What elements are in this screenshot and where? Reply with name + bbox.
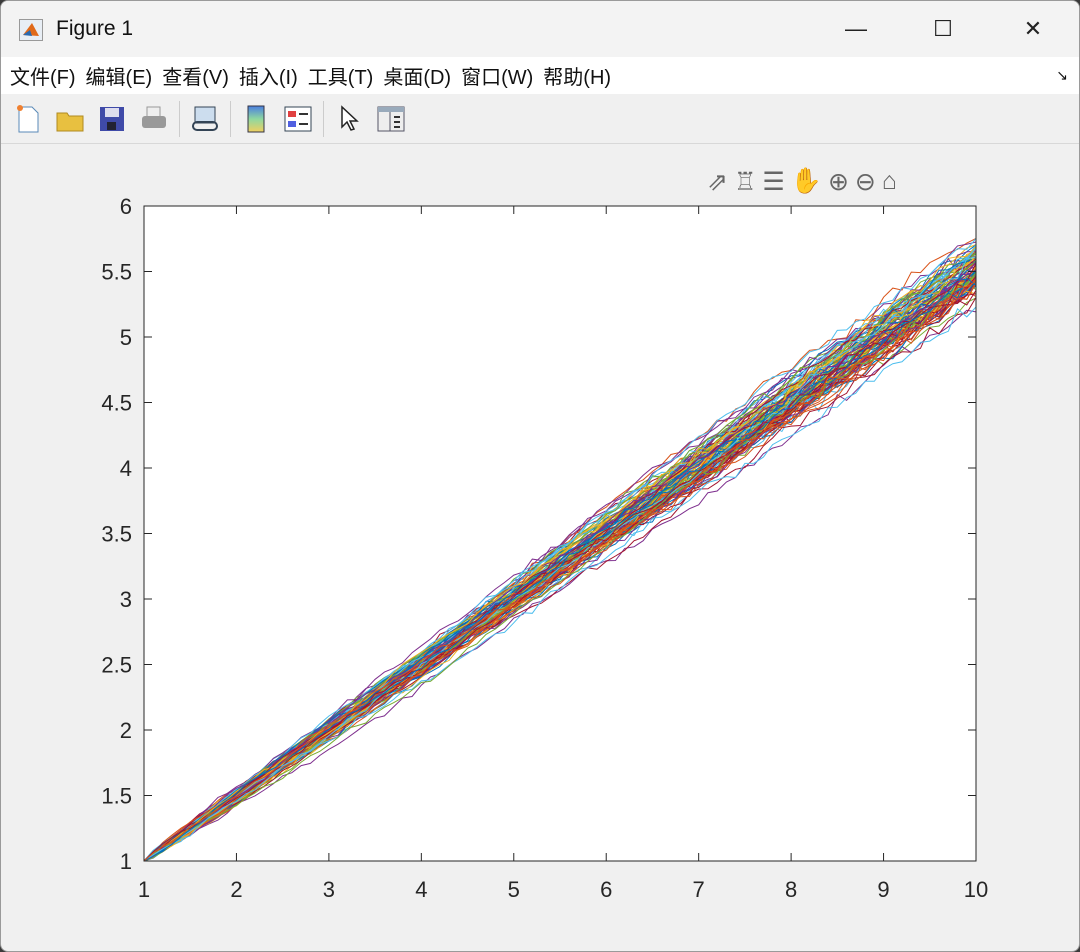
- y-tick-label: 1: [120, 849, 132, 874]
- x-tick-label: 7: [693, 877, 705, 902]
- x-tick-label: 6: [600, 877, 612, 902]
- y-tick-label: 1.5: [101, 784, 132, 809]
- y-tick-label: 5.5: [101, 260, 132, 285]
- plot-area[interactable]: 1 2 3 4 5 6 7 8 9 10 1 1.5 2 2.5 3 3.5 4 4.5 5 5.5 6: [1, 1, 1079, 951]
- x-tick-label: 3: [323, 877, 335, 902]
- x-tick-label: 1: [138, 877, 150, 902]
- x-tick-label: 10: [964, 877, 988, 902]
- x-tick-label: 4: [415, 877, 427, 902]
- y-tick-label: 2: [120, 718, 132, 743]
- y-tick-label: 3: [120, 587, 132, 612]
- y-tick-label: 4.5: [101, 391, 132, 416]
- x-tick-label: 5: [508, 877, 520, 902]
- y-tick-label: 4: [120, 456, 132, 481]
- x-tick-label: 9: [877, 877, 889, 902]
- figure-window: Figure 1 — ☐ ✕ 文件(F) 编辑(E) 查看(V) 插入(I) 工…: [0, 0, 1080, 952]
- x-tick-label: 2: [230, 877, 242, 902]
- y-tick-label: 6: [120, 194, 132, 219]
- y-tick-label: 2.5: [101, 653, 132, 678]
- x-tick-label: 8: [785, 877, 797, 902]
- y-tick-label: 5: [120, 325, 132, 350]
- y-tick-label: 3.5: [101, 522, 132, 547]
